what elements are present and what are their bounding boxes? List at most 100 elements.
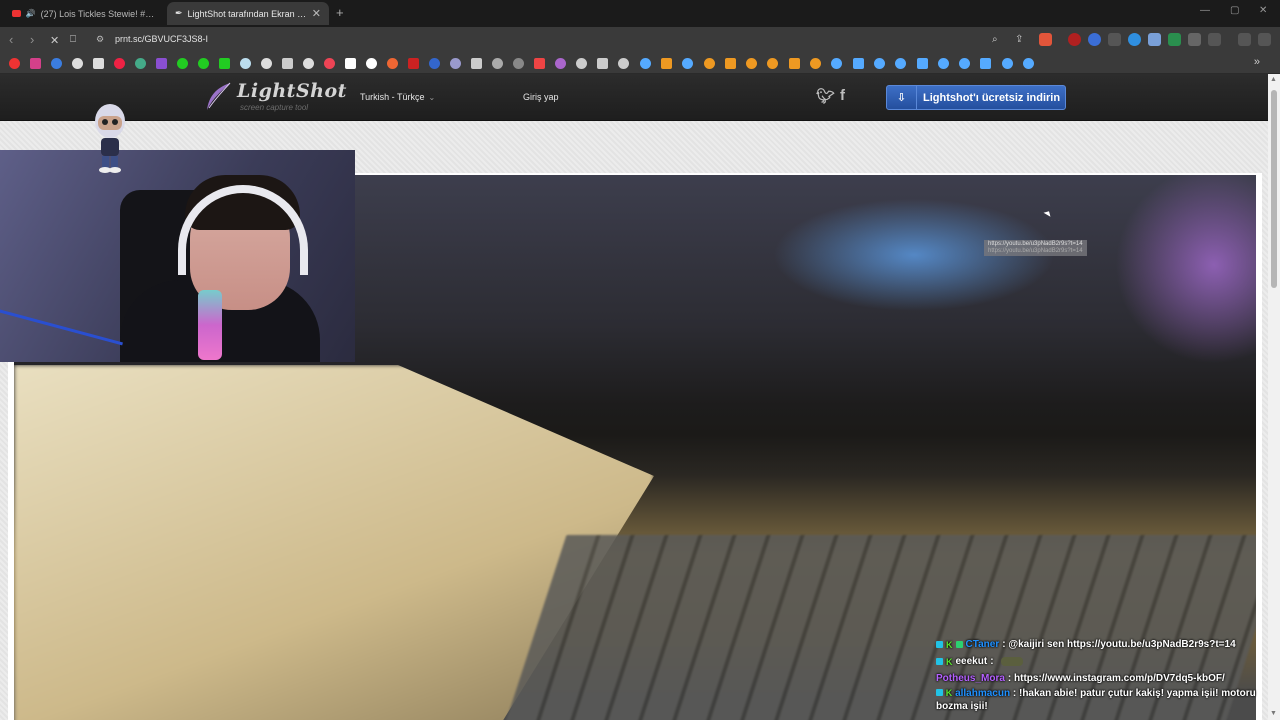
bookmark-icon[interactable]: ⎕ [70, 34, 76, 45]
chat-message: K eeekut : [936, 653, 1276, 670]
bookmark-favicon-icon[interactable] [282, 58, 293, 69]
speaker-icon[interactable]: 🔊 [26, 9, 36, 18]
stop-loading-icon[interactable]: ✕ [50, 34, 59, 47]
bookmark-favicon-icon[interactable] [135, 58, 146, 69]
chat-username[interactable]: allahmacun [955, 688, 1010, 699]
sidebar-icon[interactable] [1208, 33, 1221, 46]
maximize-icon[interactable]: ▢ [1230, 5, 1239, 16]
bookmark-favicon-icon[interactable] [1023, 58, 1034, 69]
bookmark-favicon-icon[interactable] [660, 58, 672, 69]
extension-icon[interactable] [1168, 33, 1181, 46]
chat-username[interactable]: CTaner [966, 639, 1000, 650]
bookmark-favicon-icon[interactable] [324, 58, 335, 69]
bookmark-favicon-icon[interactable] [618, 58, 630, 69]
extension-icon[interactable] [1108, 33, 1121, 46]
extension-icon[interactable] [1148, 33, 1161, 46]
chevron-down-icon: ⌄ [428, 93, 436, 102]
extensions-puzzle-icon[interactable] [1188, 33, 1201, 46]
close-tab-icon[interactable]: ✕ [312, 7, 321, 20]
address-bar: ‹ › ✕ ⎕ ⚙ prnt.sc/GBVUCF3JS8-I ⌕ ⇪ [0, 27, 1280, 53]
extension-icon[interactable] [1128, 33, 1141, 46]
language-select[interactable]: Turkish - Türkçe ⌄ [360, 92, 435, 102]
extension-icon[interactable] [1088, 33, 1101, 46]
bookmark-favicon-icon[interactable] [198, 58, 209, 69]
bookmark-favicon-icon[interactable] [937, 58, 949, 69]
bookmark-favicon-icon[interactable] [831, 58, 843, 69]
ublock-icon[interactable] [1068, 33, 1081, 46]
more-bookmarks-icon[interactable]: » [1254, 56, 1260, 68]
bookmark-favicon-icon[interactable] [51, 58, 62, 69]
tab-lightshot[interactable]: ✒ LightShot tarafından Ekran Görü ✕ [167, 2, 329, 25]
login-link[interactable]: Giriş yap [523, 92, 559, 102]
emote-icon [1000, 657, 1023, 666]
bookmark-favicon-icon[interactable] [576, 58, 587, 69]
badge-icon [936, 658, 943, 665]
twitter-icon[interactable]: 🐦︎ [816, 87, 835, 105]
media-icon[interactable] [1238, 33, 1251, 46]
bookmark-favicon-icon[interactable] [177, 58, 188, 69]
scrollbar-thumb[interactable] [1271, 90, 1277, 288]
bookmark-favicon-icon[interactable] [366, 58, 377, 69]
bookmark-favicon-icon[interactable] [534, 58, 545, 69]
bookmark-favicon-icon[interactable] [387, 58, 398, 69]
bookmark-favicon-icon[interactable] [788, 58, 800, 69]
bookmark-favicon-icon[interactable] [959, 58, 971, 69]
avatar-sticker [95, 104, 125, 173]
stream-chat: K CTaner : @kaijiri sen https://youtu.be… [936, 636, 1276, 713]
bookmark-favicon-icon[interactable] [492, 58, 503, 69]
share-icon[interactable]: ⇪ [1015, 34, 1023, 45]
site-settings-icon[interactable]: ⚙ [96, 34, 104, 45]
bookmark-favicon-icon[interactable] [9, 58, 20, 69]
bookmark-favicon-icon[interactable] [471, 58, 482, 69]
bookmark-favicon-icon[interactable] [93, 58, 104, 69]
new-tab-icon[interactable]: + [336, 5, 344, 20]
bookmark-favicon-icon[interactable] [895, 58, 907, 69]
bookmark-favicon-icon[interactable] [219, 58, 230, 69]
bookmark-favicon-icon[interactable] [261, 58, 272, 69]
bookmark-favicon-icon[interactable] [724, 58, 736, 69]
zoom-icon[interactable]: ⌕ [992, 34, 998, 45]
bookmark-favicon-icon[interactable] [156, 58, 167, 69]
forward-icon[interactable]: › [30, 32, 34, 47]
bookmark-favicon-icon[interactable] [240, 58, 251, 69]
bookmark-favicon-icon[interactable] [114, 58, 125, 69]
bookmark-favicon-icon[interactable] [72, 58, 83, 69]
scroll-up-icon[interactable]: ▲ [1270, 76, 1277, 83]
bookmark-favicon-icon[interactable] [513, 58, 524, 69]
bookmark-favicon-icon[interactable] [555, 58, 566, 69]
bookmark-favicon-icon[interactable] [303, 58, 314, 69]
kick-badge-icon: K [945, 688, 953, 698]
chat-username[interactable]: Potheus_Mora [936, 673, 1005, 684]
bookmark-favicon-icon[interactable] [980, 58, 992, 69]
bookmark-favicon-icon[interactable] [746, 58, 758, 69]
bookmark-favicon-icon[interactable] [873, 58, 885, 69]
bookmark-favicon-icon[interactable] [597, 58, 608, 69]
minimize-icon[interactable]: — [1200, 5, 1210, 16]
bookmark-favicon-icon[interactable] [810, 58, 821, 69]
url-input[interactable]: prnt.sc/GBVUCF3JS8-I [115, 34, 208, 44]
bookmark-favicon-icon[interactable] [1001, 58, 1013, 69]
bookmark-favicon-icon[interactable] [30, 58, 41, 69]
bookmark-favicon-icon[interactable] [639, 58, 651, 69]
bookmark-favicon-icon[interactable] [916, 58, 928, 69]
brave-shield-icon[interactable] [1039, 33, 1052, 46]
bookmark-favicon-icon[interactable] [345, 58, 356, 69]
bookmark-favicon-icon[interactable] [682, 58, 694, 69]
tab-youtube[interactable]: 🔊 (27) Lois Tickles Stewie! #familyg [4, 2, 164, 25]
bookmark-favicon-icon[interactable] [429, 58, 440, 69]
badge-icon [936, 641, 943, 648]
bookmark-favicon-icon[interactable] [767, 58, 779, 69]
menu-icon[interactable] [1258, 33, 1271, 46]
bookmark-favicon-icon[interactable] [852, 58, 864, 69]
chat-message: K CTaner : @kaijiri sen https://youtu.be… [936, 636, 1276, 653]
chat-username[interactable]: eeekut [956, 656, 988, 667]
logo-tagline: screen capture tool [240, 103, 309, 112]
bookmark-favicon-icon[interactable] [703, 58, 715, 69]
lightshot-logo[interactable]: LightShot [237, 80, 347, 102]
close-window-icon[interactable]: ✕ [1259, 5, 1267, 16]
facebook-icon[interactable]: f [840, 87, 845, 104]
back-icon[interactable]: ‹ [9, 32, 13, 47]
bookmark-favicon-icon[interactable] [408, 58, 419, 69]
bookmark-favicon-icon[interactable] [450, 58, 461, 69]
download-button[interactable]: ⇩ Lightshot'ı ücretsiz indirin [886, 85, 1066, 110]
